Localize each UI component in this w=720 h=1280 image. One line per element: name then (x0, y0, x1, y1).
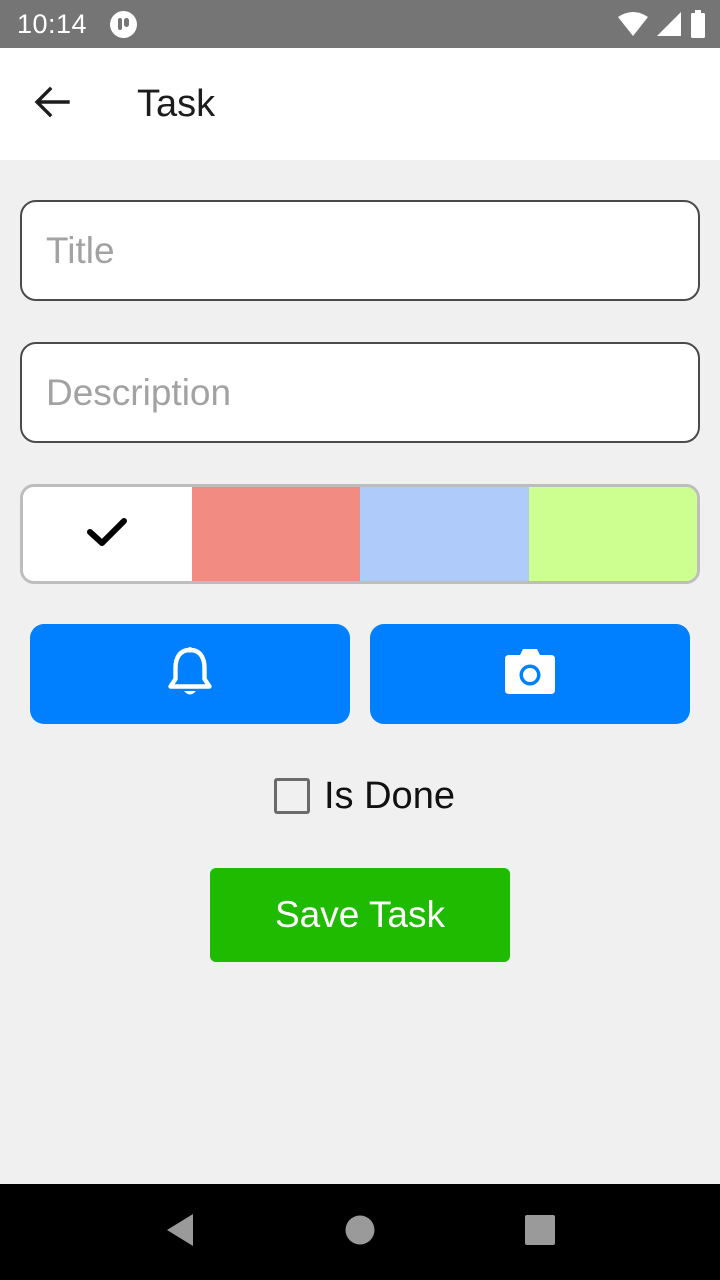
status-time: 10:14 (17, 9, 88, 39)
is-done-row: Is Done (274, 772, 455, 820)
status-bar: 10:14 (0, 0, 720, 48)
recents-square-icon (525, 1214, 555, 1250)
color-swatch-green[interactable] (528, 487, 697, 581)
nav-back-button[interactable] (150, 1202, 210, 1262)
camera-icon (504, 648, 556, 700)
title-input[interactable] (22, 202, 698, 299)
photo-button[interactable] (370, 624, 690, 724)
nav-home-button[interactable] (330, 1202, 390, 1262)
battery-icon (690, 10, 706, 43)
save-task-label: Save Task (274, 894, 446, 935)
color-picker (20, 484, 700, 584)
is-done-checkbox[interactable] (274, 778, 310, 814)
check-icon (86, 516, 128, 553)
app-bar: Task (0, 48, 720, 160)
description-input[interactable] (22, 344, 698, 441)
color-swatch-blue[interactable] (360, 487, 529, 581)
color-swatch-red[interactable] (191, 487, 360, 581)
app-notification-icon (110, 11, 137, 38)
signal-icon (656, 11, 682, 42)
is-done-label: Is Done (324, 774, 455, 817)
description-field[interactable] (20, 342, 700, 443)
nav-recents-button[interactable] (510, 1202, 570, 1262)
save-task-button[interactable]: Save Task (210, 868, 510, 962)
color-swatch-white[interactable] (23, 487, 192, 581)
back-button[interactable] (24, 80, 80, 128)
arrow-left-icon (34, 86, 70, 123)
title-field[interactable] (20, 200, 700, 301)
page-title: Task (137, 83, 216, 125)
system-nav-bar (0, 1184, 720, 1280)
home-circle-icon (345, 1215, 375, 1250)
wifi-icon (618, 11, 648, 42)
bell-icon (167, 646, 213, 703)
back-triangle-icon (165, 1213, 195, 1252)
reminder-button[interactable] (30, 624, 350, 724)
